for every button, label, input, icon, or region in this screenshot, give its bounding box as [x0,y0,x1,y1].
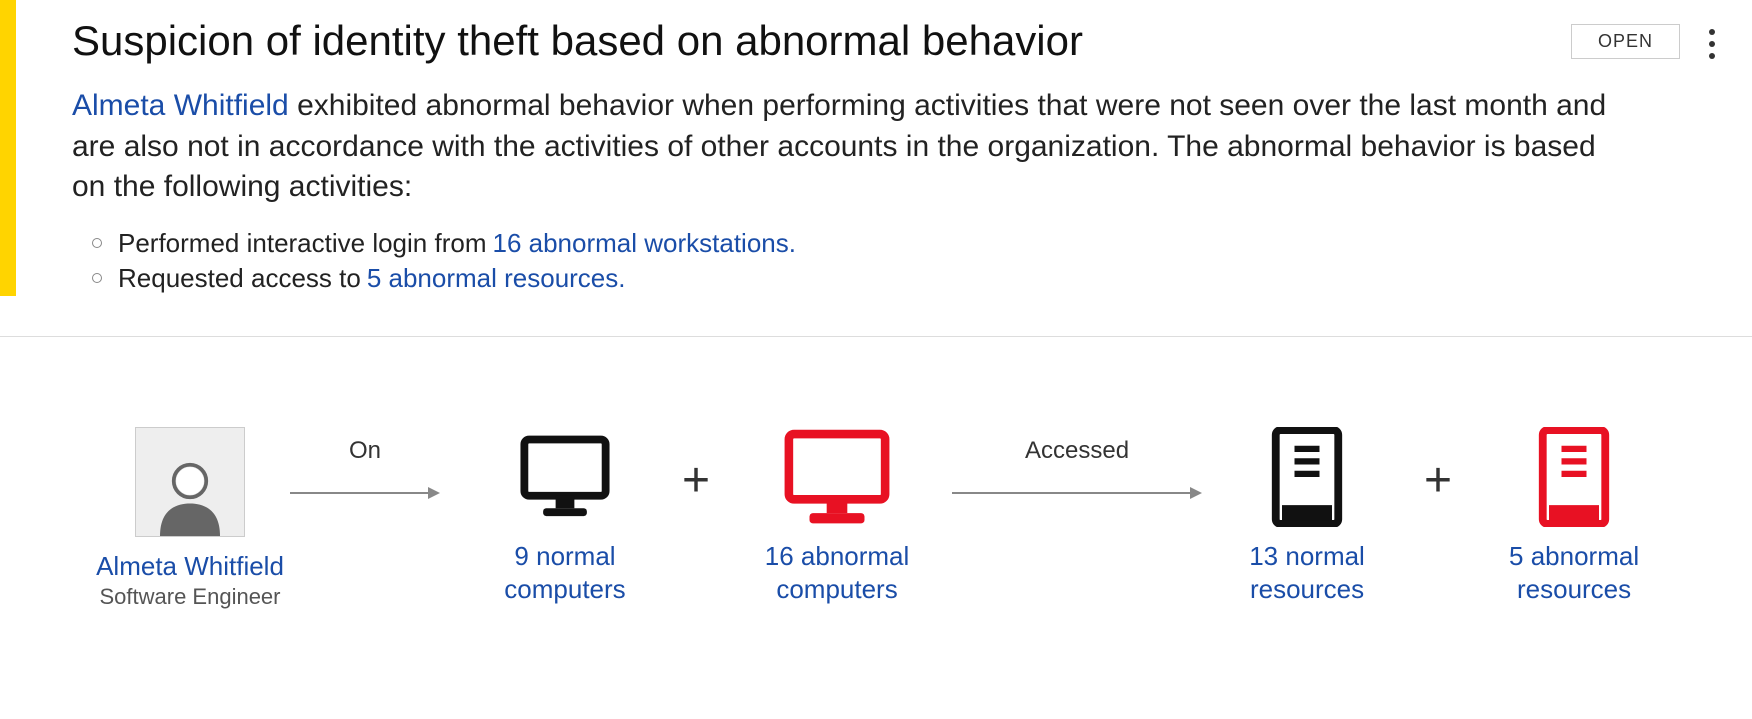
computer-icon [515,427,615,527]
activity-text: Requested access to [118,263,361,294]
abnormal-resources-label2[interactable]: resources [1517,574,1631,605]
abnormal-resources-node[interactable]: 5 abnormal resources [1484,427,1664,605]
resource-abnormal-icon [1534,427,1614,527]
alert-title: Suspicion of identity theft based on abn… [72,18,1571,64]
avatar-icon [135,427,245,537]
alert-panel: Suspicion of identity theft based on abn… [0,0,1752,337]
severity-stripe [0,0,16,296]
normal-computers-label2[interactable]: computers [504,574,625,605]
activity-item: Performed interactive login from 16 abno… [72,226,1732,261]
arrow-accessed: Accessed [952,427,1202,503]
user-node[interactable]: Almeta Whitfield Software Engineer [90,427,290,610]
normal-computers-label[interactable]: 9 normal [514,541,615,572]
abnormal-resources-label[interactable]: 5 abnormal [1509,541,1639,572]
abnormal-resources-link[interactable]: 5 abnormal resources. [367,263,626,294]
abnormal-computers-label[interactable]: 16 abnormal [765,541,910,572]
activity-diagram: Almeta Whitfield Software Engineer On 9 … [0,337,1752,610]
normal-resources-node[interactable]: 13 normal resources [1222,427,1392,605]
more-menu-icon[interactable] [1698,24,1726,64]
normal-resources-label[interactable]: 13 normal [1249,541,1365,572]
plus-icon: + [1392,427,1484,508]
computer-abnormal-icon [782,427,892,527]
abnormal-computers-node[interactable]: 16 abnormal computers [742,427,932,605]
activity-text: Performed interactive login from [118,228,486,259]
user-role: Software Engineer [100,584,281,610]
arrow-accessed-label: Accessed [1025,437,1129,465]
abnormal-computers-label2[interactable]: computers [776,574,897,605]
activity-item: Requested access to 5 abnormal resources… [72,261,1732,296]
alert-description: Almeta Whitfield exhibited abnormal beha… [72,86,1632,208]
resource-icon [1267,427,1347,527]
arrow-on: On [290,427,440,503]
alert-description-text: exhibited abnormal behavior when perform… [72,89,1606,203]
arrow-icon [952,483,1202,503]
status-open-button[interactable]: OPEN [1571,24,1680,59]
user-name-link[interactable]: Almeta Whitfield [96,551,284,582]
user-link[interactable]: Almeta Whitfield [72,89,289,122]
arrow-on-label: On [349,437,381,465]
arrow-icon [290,483,440,503]
abnormal-workstations-link[interactable]: 16 abnormal workstations. [492,228,795,259]
plus-icon: + [650,427,742,508]
activity-list: Performed interactive login from 16 abno… [72,226,1732,296]
normal-computers-node[interactable]: 9 normal computers [480,427,650,605]
normal-resources-label2[interactable]: resources [1250,574,1364,605]
